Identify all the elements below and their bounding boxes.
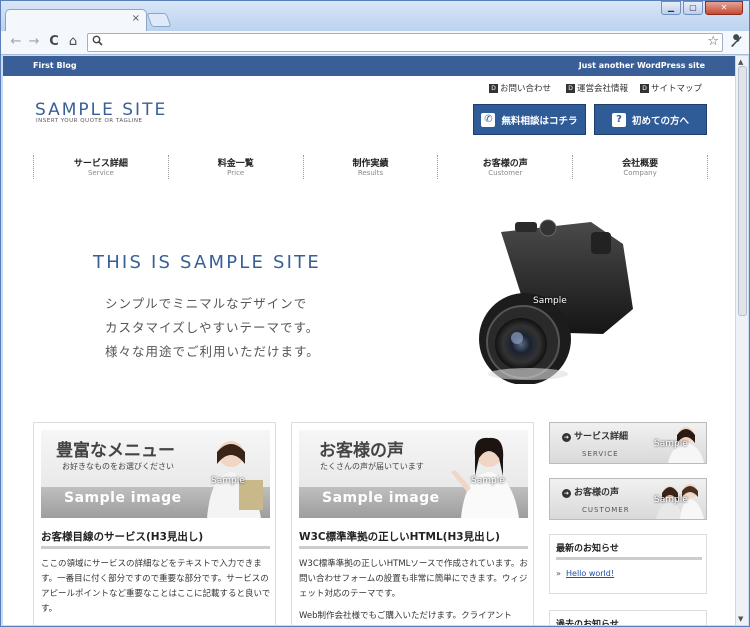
widget-divider xyxy=(556,557,702,560)
minimize-button[interactable]: ▁ xyxy=(661,1,681,15)
site-description: Just another WordPress site xyxy=(578,61,705,70)
sidebar-banner-customer[interactable]: ➔ お客様の声 CUSTOMER Sample xyxy=(549,478,707,520)
scroll-up-icon[interactable]: ▲ xyxy=(738,58,743,66)
voice-banner[interactable]: お客様の声 たくさんの声が届いています Sample image Sample xyxy=(299,430,528,518)
nav-item-results[interactable]: 制作実績 Results xyxy=(302,155,438,179)
nav-item-service[interactable]: サービス詳細 Service xyxy=(33,155,168,179)
nav-item-price[interactable]: 料金一覧 Price xyxy=(167,155,303,179)
phone-icon: ✆ xyxy=(481,112,496,127)
search-icon xyxy=(92,35,103,46)
browser-toolbar: ← → C ⌂ ☆ xyxy=(1,31,749,55)
widget-title: 過去のお知らせ xyxy=(556,620,619,625)
link-arrow-icon: D xyxy=(566,83,575,93)
column-text: ここの領域にサービスの詳細などをテキストで入力できます。一番目に付く部分ですので… xyxy=(41,559,271,614)
free-consult-button[interactable]: ✆ 無料相談はコチラ xyxy=(473,104,586,135)
header-link-contact[interactable]: D お問い合わせ xyxy=(489,82,551,94)
nav-item-company[interactable]: 会社概要 Company xyxy=(572,155,708,179)
heading-divider xyxy=(299,546,528,549)
close-button[interactable]: ✕ xyxy=(705,1,743,15)
news-link-hello-world[interactable]: Hello world! xyxy=(566,569,614,578)
window-controls: ▁ ▢ ✕ xyxy=(661,1,743,17)
site-tagline: INSERT YOUR QUOTE OR TAGLINE xyxy=(36,118,143,124)
tab-close-icon[interactable]: × xyxy=(132,13,140,24)
hero-copy: シンプルでミニマルなデザインで カスタマイズしやすいテーマです。 様々な用途でご… xyxy=(105,296,320,359)
site-logo[interactable]: SAMPLE SITE xyxy=(35,100,167,120)
column-heading: W3C標準準拠の正しいHTML(H3見出し) xyxy=(299,531,500,543)
nav-item-customer[interactable]: お客様の声 Customer xyxy=(437,155,572,179)
vertical-scrollbar[interactable]: ▲ ▼ xyxy=(735,56,748,625)
list-bullet-icon: » xyxy=(556,569,561,578)
banner-subtitle: たくさんの声が届いています xyxy=(320,462,424,471)
person-sample-label: Sample xyxy=(471,476,505,486)
archive-widget: 過去のお知らせ xyxy=(549,610,707,625)
news-widget: 最新のお知らせ » Hello world! xyxy=(549,534,707,594)
menu-banner[interactable]: 豊富なメニュー お好きなものをお選びください Sample image Samp… xyxy=(41,430,270,518)
global-navigation: サービス詳細 Service 料金一覧 Price 制作実績 Results お客様の… xyxy=(33,155,708,179)
blog-name-link[interactable]: First Blog xyxy=(33,61,77,70)
person-sample-label: Sample xyxy=(654,495,688,505)
forward-arrow-icon[interactable]: → xyxy=(25,34,43,49)
banner-title: お客様の声 xyxy=(319,441,404,461)
address-bar[interactable]: ☆ xyxy=(87,33,723,52)
person-sample-label: Sample xyxy=(211,476,245,486)
sample-image-label: Sample image xyxy=(64,490,182,506)
person-sample-label: Sample xyxy=(654,439,688,449)
link-arrow-icon: D xyxy=(489,83,498,93)
site-topbar: First Blog Just another WordPress site xyxy=(3,56,735,76)
wrench-icon[interactable] xyxy=(729,34,743,48)
camera-sample-label: Sample xyxy=(533,296,567,306)
header-link-sitemap[interactable]: D サイトマップ xyxy=(640,82,702,94)
maximize-button[interactable]: ▢ xyxy=(683,1,703,15)
column-heading: お客様目線のサービス(H3見出し) xyxy=(41,531,204,543)
hero-title: THIS IS SAMPLE SITE xyxy=(93,252,321,273)
arrow-right-icon: ➔ xyxy=(562,489,571,498)
question-icon: ? xyxy=(611,112,626,127)
browser-window: × ▁ ▢ ✕ ← → C ⌂ ☆ First Blog Just anothe… xyxy=(0,0,750,627)
link-arrow-icon: D xyxy=(640,83,649,93)
scrollbar-thumb[interactable] xyxy=(738,66,747,316)
new-tab-button[interactable] xyxy=(146,13,172,27)
column-text: Web制作会社様でもご購入いただけます。クライアント xyxy=(299,611,512,621)
title-bar: × ▁ ▢ ✕ xyxy=(1,1,749,31)
arrow-right-icon: ➔ xyxy=(562,433,571,442)
sidebar-banner-service[interactable]: ➔ サービス詳細 SERVICE Sample xyxy=(549,422,707,464)
banner-title: 豊富なメニュー xyxy=(56,441,175,461)
home-icon[interactable]: ⌂ xyxy=(64,34,82,49)
content-column-voice: お客様の声 たくさんの声が届いています Sample image Sample … xyxy=(291,422,534,625)
page-viewport: First Blog Just another WordPress site S… xyxy=(3,56,735,625)
heading-divider xyxy=(41,546,270,549)
reload-icon[interactable]: C xyxy=(45,34,63,49)
content-column-menu: 豊富なメニュー お好きなものをお選びください Sample image Samp… xyxy=(33,422,276,625)
column-text: W3C標準準拠の正しいHTMLソースで作成されています。お問い合わせフォームの設… xyxy=(299,559,528,599)
widget-title: 最新のお知らせ xyxy=(556,544,619,554)
bookmark-star-icon[interactable]: ☆ xyxy=(707,34,719,49)
sample-image-label: Sample image xyxy=(322,490,440,506)
header-link-company[interactable]: D 運営会社情報 xyxy=(566,82,628,94)
back-arrow-icon[interactable]: ← xyxy=(7,34,25,49)
browser-tab[interactable]: × xyxy=(5,9,147,31)
scroll-down-icon[interactable]: ▼ xyxy=(738,615,743,623)
first-time-button[interactable]: ? 初めての方へ xyxy=(594,104,707,135)
person-image xyxy=(451,437,519,518)
banner-subtitle: お好きなものをお選びください xyxy=(62,462,174,471)
